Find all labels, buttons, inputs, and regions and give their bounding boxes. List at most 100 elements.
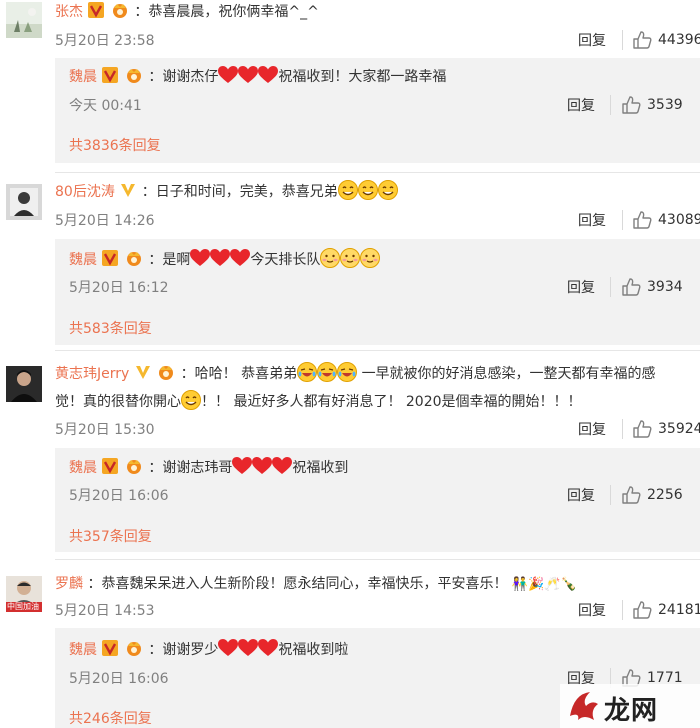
- heart-icon: [258, 66, 278, 84]
- comment-body: ：日子和时间，完美，恭喜兄弟: [141, 184, 338, 200]
- heart-icon: [190, 249, 210, 267]
- reply-username[interactable]: 魏晨: [69, 642, 97, 658]
- thumbs-up-icon: [632, 600, 652, 620]
- heart-icon: [252, 457, 272, 475]
- reply-button[interactable]: 回复: [578, 30, 606, 50]
- vip-crown-icon: [125, 67, 143, 83]
- verified-badge-icon: [88, 2, 104, 18]
- comment-body: ：恭喜魏呆呆进入人生新阶段！愿永结同心，幸福快乐，平安喜乐！: [87, 576, 508, 592]
- reply-text: 魏晨 ：谢谢罗少 祝福收到啦: [69, 639, 690, 661]
- comment-text: 80后沈涛 ：日子和时间，完美，恭喜兄弟: [55, 178, 692, 206]
- avatar-caption: 中国加油: [7, 602, 39, 611]
- vip-crown-icon: [125, 640, 143, 656]
- vip-crown-icon: [111, 2, 129, 18]
- divider: [610, 95, 611, 115]
- verified-badge-icon: [120, 182, 136, 198]
- reply-meta: 5月20日 16:12 回复 3934: [69, 277, 700, 297]
- reply-button[interactable]: 回复: [567, 95, 595, 115]
- avatar[interactable]: [6, 184, 42, 220]
- like-button[interactable]: 24181: [632, 600, 700, 620]
- like-button[interactable]: 44396: [632, 30, 700, 50]
- thumbs-up-icon: [621, 95, 641, 115]
- heart-icon: [238, 66, 258, 84]
- username[interactable]: 罗麟: [55, 576, 83, 592]
- timestamp: 5月20日 23:58: [55, 33, 155, 49]
- smile-emoji-icon: [378, 180, 398, 200]
- thumbs-up-icon: [621, 485, 641, 505]
- reply-text: 魏晨 ：谢谢杰仔 祝福收到！大家都一路幸福: [69, 66, 690, 88]
- comment-body: 一早就被你的好消息感染，一整天都有幸福的感: [361, 366, 656, 382]
- more-replies-link[interactable]: 共583条回复: [69, 318, 152, 338]
- timestamp: 5月20日 14:26: [55, 213, 155, 229]
- smile-emoji-icon: [338, 180, 358, 200]
- divider: [622, 600, 623, 620]
- reply-button[interactable]: 回复: [567, 485, 595, 505]
- timestamp: 5月20日 14:53: [55, 603, 155, 619]
- comment-meta: 5月20日 14:26 回复 43089: [55, 210, 700, 230]
- vip-crown-icon: [125, 458, 143, 474]
- divider: [55, 559, 700, 560]
- reply-body: 今天排长队: [250, 252, 321, 268]
- timestamp: 5月20日 16:06: [69, 488, 169, 504]
- divider: [610, 485, 611, 505]
- reply-text: 魏晨 ：是啊 今天排长队: [69, 248, 690, 271]
- reply-button[interactable]: 回复: [578, 210, 606, 230]
- comment-body: 觉！真的很替你開心: [55, 394, 181, 410]
- verified-badge-icon: [135, 364, 151, 380]
- avatar[interactable]: [6, 366, 42, 402]
- reply-body: 祝福收到: [292, 460, 349, 476]
- laugh-cry-emoji-icon: [337, 362, 357, 382]
- comment-text: 黄志玮Jerry ：哈哈！ 恭喜弟弟 一早就被你的好消息感染，一整天都有幸福的感…: [55, 360, 692, 416]
- like-count: 24181: [658, 602, 700, 618]
- reply-username[interactable]: 魏晨: [69, 69, 97, 85]
- like-count: 43089: [658, 212, 700, 228]
- username[interactable]: 80后沈涛: [55, 184, 115, 200]
- like-count: 2256: [647, 487, 683, 503]
- reply-box: 魏晨 ：谢谢志玮哥 祝福收到 5月20日 16:06 回复 2256 共357条回…: [55, 448, 700, 552]
- heart-icon: [218, 639, 238, 657]
- more-replies-link[interactable]: 共357条回复: [69, 526, 152, 546]
- like-button[interactable]: 3539: [621, 95, 683, 115]
- timestamp: 5月20日 16:12: [69, 280, 169, 296]
- comment-meta: 5月20日 14:53 回复 24181: [55, 600, 700, 620]
- heart-icon: [232, 457, 252, 475]
- more-replies-link[interactable]: 共246条回复: [69, 708, 152, 728]
- avatar[interactable]: 中国加油: [6, 576, 42, 612]
- like-button[interactable]: 2256: [621, 485, 683, 505]
- reply-body: 祝福收到啦: [278, 642, 349, 658]
- laugh-cry-emoji-icon: [297, 362, 317, 382]
- reply-body: ：谢谢罗少: [148, 642, 219, 658]
- comment-text: 张杰 ：恭喜晨晨，祝你俩幸福^_^: [55, 0, 692, 26]
- username[interactable]: 张杰: [55, 4, 83, 20]
- verified-badge-icon: [102, 250, 118, 266]
- like-button[interactable]: 35924: [632, 419, 700, 439]
- like-button[interactable]: 3934: [621, 277, 683, 297]
- reply-button[interactable]: 回复: [578, 419, 606, 439]
- reply-button[interactable]: 回复: [578, 600, 606, 620]
- reply-username[interactable]: 魏晨: [69, 252, 97, 268]
- blush-emoji-icon: [340, 248, 360, 268]
- watermark-text: 龙网: [604, 696, 659, 726]
- verified-badge-icon: [102, 67, 118, 83]
- reply-body: ：是啊: [148, 252, 191, 268]
- blush-emoji-icon: [320, 248, 340, 268]
- reply-body: ：谢谢杰仔: [148, 69, 219, 85]
- avatar[interactable]: [6, 2, 42, 38]
- reply-button[interactable]: 回复: [567, 277, 595, 297]
- comment-text: 罗麟 ：恭喜魏呆呆进入人生新阶段！愿永结同心，幸福快乐，平安喜乐！ 👫🎉🥂🍾: [55, 570, 692, 599]
- like-button[interactable]: 43089: [632, 210, 700, 230]
- heart-icon: [258, 639, 278, 657]
- timestamp: 5月20日 15:30: [55, 422, 155, 438]
- heart-icon: [218, 66, 238, 84]
- like-count: 35924: [658, 421, 700, 437]
- heart-icon: [238, 639, 258, 657]
- divider: [55, 172, 700, 173]
- divider: [622, 419, 623, 439]
- divider: [610, 277, 611, 297]
- timestamp: 5月20日 16:06: [69, 671, 169, 687]
- comment-meta: 5月20日 23:58 回复 44396: [55, 30, 700, 50]
- verified-badge-icon: [102, 640, 118, 656]
- more-replies-link[interactable]: 共3836条回复: [69, 135, 161, 155]
- reply-username[interactable]: 魏晨: [69, 460, 97, 476]
- username[interactable]: 黄志玮Jerry: [55, 366, 129, 382]
